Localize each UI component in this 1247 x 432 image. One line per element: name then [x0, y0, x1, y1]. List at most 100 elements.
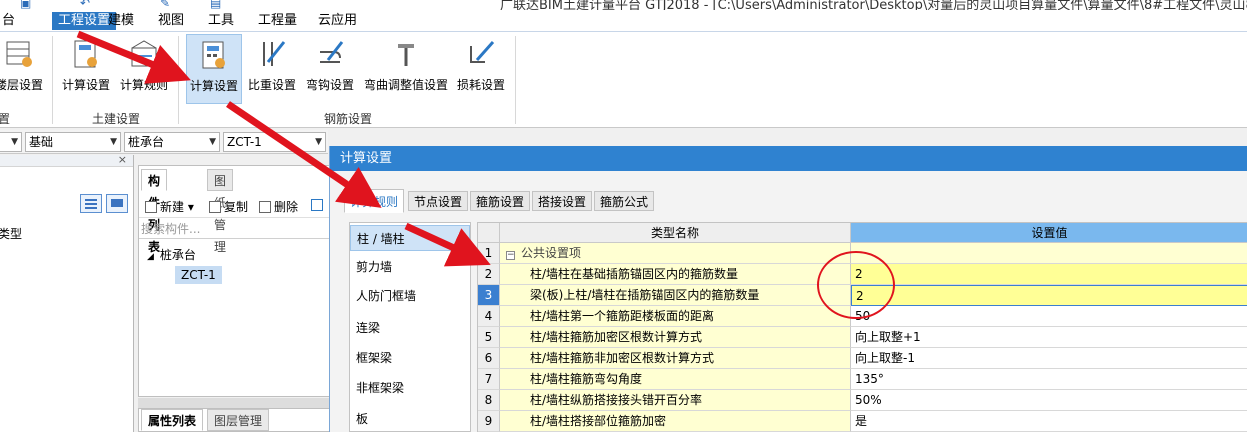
- tab-calc-rules[interactable]: 计算规则: [344, 189, 405, 213]
- row-setting-value[interactable]: 是: [851, 411, 1247, 432]
- calc-rules-icon: [131, 40, 157, 67]
- table-row[interactable]: 1− 公共设置项: [478, 243, 1247, 264]
- edit-icon[interactable]: ✎: [160, 0, 170, 10]
- bend-adjust-button[interactable]: 弯曲调整值设置: [362, 34, 450, 104]
- component-type-selector[interactable]: 桩承台 ▼: [124, 132, 220, 152]
- row-setting-value[interactable]: 50: [851, 306, 1247, 327]
- ribbon-separator: [515, 36, 516, 124]
- row-setting-value[interactable]: 向上取整-1: [851, 348, 1247, 369]
- density-settings-button[interactable]: 比重设置: [246, 34, 298, 104]
- ribbon-separator: [52, 36, 53, 124]
- table-row[interactable]: 5 柱/墙柱箍筋加密区根数计算方式 向上取整+1: [478, 327, 1247, 348]
- table-row[interactable]: 2 柱/墙柱在基础插筋锚固区内的箍筋数量 2: [478, 264, 1247, 285]
- row-setting-value[interactable]: 135°: [851, 369, 1247, 390]
- tree-node-zct1[interactable]: ZCT-1: [175, 266, 222, 284]
- chevron-down-icon: ▼: [315, 137, 322, 147]
- row-number: 1: [478, 243, 500, 264]
- row-type-name: 梁(板)上柱/墙柱在插筋锚固区内的箍筋数量: [500, 285, 851, 306]
- window-title: 广联达BIM土建计量平台 GTJ2018 - [C:\Users\Adminis…: [500, 0, 1247, 10]
- category-frame-beam[interactable]: 框架梁: [350, 345, 470, 371]
- civil-calc-settings-button[interactable]: 计算设置: [58, 34, 114, 104]
- selector-row: ▼ 基础 ▼ 桩承台 ▼ ZCT-1 ▼: [0, 130, 328, 154]
- tab-drawing-management[interactable]: 图纸管理: [207, 169, 234, 254]
- row-setting-value[interactable]: 50%: [851, 390, 1247, 411]
- new-button[interactable]: 新建 ▾: [145, 198, 194, 215]
- copy-button[interactable]: 复制: [209, 198, 248, 215]
- category-coupling-beam[interactable]: 连梁: [350, 315, 470, 341]
- row-setting-value[interactable]: [851, 243, 1247, 264]
- more-icon[interactable]: [311, 198, 326, 212]
- menu-tools[interactable]: 工具: [202, 12, 240, 30]
- category-column[interactable]: 柱 / 墙柱: [350, 225, 470, 251]
- row-type-name: 柱/墙柱箍筋弯勾角度: [500, 369, 851, 390]
- loss-settings-button[interactable]: 损耗设置: [454, 34, 508, 104]
- row-number: 4: [478, 306, 500, 327]
- print-icon[interactable]: ▤: [210, 0, 221, 10]
- row-type-name: 柱/墙柱搭接部位箍筋加密: [500, 411, 851, 432]
- hook-settings-icon: [320, 41, 344, 63]
- tree-label-type[interactable]: 类型: [0, 225, 22, 242]
- component-list-pane: 构件列表 图纸管理 新建 ▾ 复制 删除 搜索构件... ◢桩承台 ZCT-1: [138, 165, 330, 397]
- category-non-frame-beam[interactable]: 非框架梁: [350, 375, 470, 401]
- row-type-name: 柱/墙柱第一个箍筋距楼板面的距离: [500, 306, 851, 327]
- menu-quantities[interactable]: 工程量: [252, 12, 303, 30]
- rebar-calc-settings-button[interactable]: 计算设置: [186, 34, 242, 104]
- hook-settings-button[interactable]: 弯钩设置: [302, 34, 358, 104]
- category-selector[interactable]: 基础 ▼: [25, 132, 121, 152]
- table-row[interactable]: 3 梁(板)上柱/墙柱在插筋锚固区内的箍筋数量 2: [478, 285, 1247, 306]
- collapse-icon[interactable]: −: [506, 251, 515, 260]
- save-icon[interactable]: ▣: [20, 0, 31, 10]
- table-row[interactable]: 8 柱/墙柱纵筋搭接接头错开百分率 50%: [478, 390, 1247, 411]
- component-selector[interactable]: ZCT-1 ▼: [223, 132, 326, 152]
- table-row[interactable]: 4 柱/墙柱第一个箍筋距楼板面的距离 50: [478, 306, 1247, 327]
- row-type-name-text: 柱/墙柱在基础插筋锚固区内的箍筋数量: [530, 267, 739, 281]
- title-bar: ▣ ↶ ✎ ▤ 广联达BIM土建计量平台 GTJ2018 - [C:\Users…: [0, 0, 1247, 10]
- tab-component-list[interactable]: 构件列表: [141, 169, 168, 254]
- table-row[interactable]: 9 柱/墙柱搭接部位箍筋加密 是: [478, 411, 1247, 432]
- row-type-name: 柱/墙柱纵筋搭接接头错开百分率: [500, 390, 851, 411]
- menu-partial[interactable]: 台: [0, 12, 21, 30]
- category-civil-defense-door[interactable]: 人防门框墙: [350, 283, 470, 309]
- floor-settings-icon: [6, 41, 32, 67]
- calc-settings-icon: [74, 40, 97, 68]
- close-icon[interactable]: ×: [118, 153, 127, 166]
- floor-selector[interactable]: ▼: [0, 132, 22, 152]
- row-type-name-text: 柱/墙柱箍筋弯勾角度: [530, 372, 643, 386]
- tab-lap-settings[interactable]: 搭接设置: [532, 191, 593, 211]
- tree-node-pile-cap[interactable]: ◢ 桩承台: [147, 246, 196, 263]
- floor-settings-button[interactable]: 楼层设置: [0, 34, 46, 104]
- delete-icon: [259, 201, 271, 213]
- row-type-name-text: 柱/墙柱第一个箍筋距楼板面的距离: [530, 309, 715, 323]
- tab-stirrup-settings[interactable]: 箍筋设置: [470, 191, 531, 211]
- menu-modeling[interactable]: 建模: [102, 12, 140, 30]
- grid-view-icon[interactable]: [106, 194, 128, 213]
- menu-cloud[interactable]: 云应用: [312, 12, 363, 30]
- undo-icon[interactable]: ↶: [80, 0, 90, 10]
- menu-view[interactable]: 视图: [152, 12, 190, 30]
- list-view-icon[interactable]: [80, 194, 102, 213]
- row-setting-value[interactable]: 2: [851, 285, 1247, 306]
- tab-layer-management[interactable]: 图层管理: [207, 409, 270, 431]
- category-shear-wall[interactable]: 剪力墙: [350, 254, 470, 280]
- delete-button[interactable]: 删除: [259, 198, 298, 215]
- row-number: 7: [478, 369, 500, 390]
- tab-property-list[interactable]: 属性列表: [141, 409, 204, 431]
- table-row[interactable]: 6 柱/墙柱箍筋非加密区根数计算方式 向上取整-1: [478, 348, 1247, 369]
- settings-grid: 类型名称 设置值 1− 公共设置项 2 柱/墙柱在基础插筋锚固区内的箍筋数量 2 3 梁(板…: [477, 222, 1247, 432]
- component-search-input[interactable]: 搜索构件...: [139, 219, 329, 239]
- rebar-calc-settings-icon: [202, 41, 225, 69]
- table-row[interactable]: 7 柱/墙柱箍筋弯勾角度 135°: [478, 369, 1247, 390]
- row-setting-value[interactable]: 2: [851, 264, 1247, 285]
- group-label-civil: 土建设置: [92, 112, 141, 126]
- calc-rules-button[interactable]: 计算规则: [116, 34, 172, 104]
- row-type-name: 柱/墙柱在基础插筋锚固区内的箍筋数量: [500, 264, 851, 285]
- row-type-name-text: 柱/墙柱纵筋搭接接头错开百分率: [530, 393, 703, 407]
- ribbon-separator: [178, 36, 179, 124]
- row-setting-value[interactable]: 向上取整+1: [851, 327, 1247, 348]
- horizontal-scrollbar[interactable]: [138, 398, 330, 408]
- pane-header: ×: [0, 153, 133, 167]
- category-slab[interactable]: 板: [350, 406, 470, 432]
- group-label-rebar: 钢筋设置: [324, 112, 373, 126]
- tab-node-settings[interactable]: 节点设置: [408, 191, 469, 211]
- tab-stirrup-formula[interactable]: 箍筋公式: [594, 191, 655, 211]
